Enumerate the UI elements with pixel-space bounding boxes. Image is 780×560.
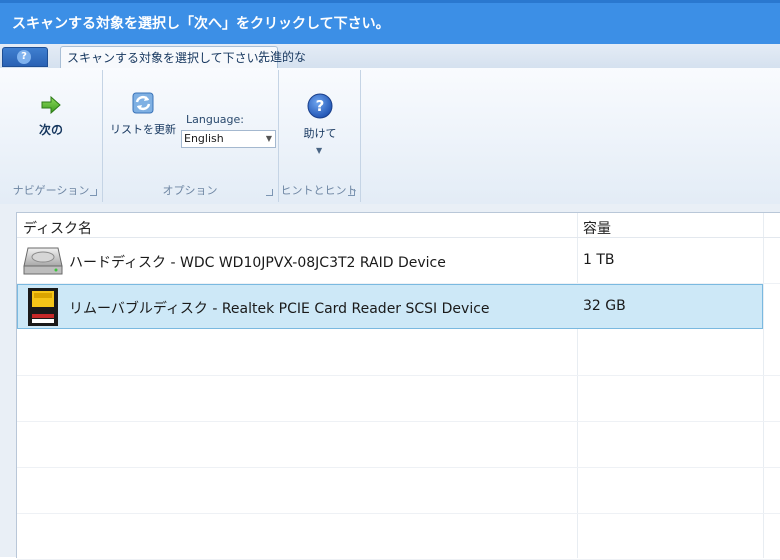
next-button[interactable]: 次の: [30, 94, 72, 138]
column-header-capacity[interactable]: 容量: [583, 218, 611, 238]
help-icon: ?: [307, 93, 333, 119]
list-item: [17, 514, 780, 560]
disk-list-pane: ディスク名 容量 ハードディスク - WDC WD10JPVX-08JC3T2 …: [0, 204, 780, 560]
next-button-label: 次の: [38, 123, 63, 137]
help-button[interactable]: ? 助けて: [300, 92, 340, 141]
ribbon-tab-strip: ? スキャンする対象を選択して下さい。 先進的な: [0, 44, 780, 69]
ribbon: 次の ナビゲーション オプション リストを更新 Language: Englis…: [0, 68, 780, 205]
dialog-launcher-icon[interactable]: [266, 189, 273, 196]
navigation-group-label: ナビゲーション: [12, 184, 90, 197]
sd-card-icon: [28, 288, 58, 326]
column-header-disk-name[interactable]: ディスク名: [23, 218, 92, 238]
dialog-launcher-icon[interactable]: [90, 189, 97, 196]
table-row[interactable]: ハードディスク - WDC WD10JPVX-08JC3T2 RAID Devi…: [17, 238, 780, 284]
app-menu-button[interactable]: ?: [2, 47, 48, 67]
list-item: [17, 376, 780, 422]
language-label: Language:: [186, 113, 244, 126]
svg-text:?: ?: [316, 97, 325, 115]
list-item: [17, 330, 780, 376]
tab-advanced[interactable]: 先進的な: [252, 46, 312, 68]
refresh-icon: [132, 92, 154, 114]
hard-disk-icon: [23, 247, 63, 275]
table-row[interactable]: リムーバブルディスク - Realtek PCIE Card Reader SC…: [17, 284, 763, 329]
language-select-value: English: [184, 132, 224, 145]
disk-name: リムーバブルディスク - Realtek PCIE Card Reader SC…: [69, 301, 490, 317]
list-item: [17, 422, 780, 468]
list-item: [17, 468, 780, 514]
help-dropdown-arrow-icon[interactable]: ▼: [316, 146, 322, 155]
help-button-label: 助けて: [303, 127, 337, 140]
options-group-label: オプション: [162, 184, 218, 197]
question-icon: ?: [17, 50, 31, 64]
dialog-launcher-icon[interactable]: [348, 189, 355, 196]
refresh-list-label: リストを更新: [110, 123, 176, 136]
disk-capacity: 1 TB: [583, 252, 615, 268]
window-title: スキャンする対象を選択し「次へ」をクリックして下さい。: [12, 16, 390, 32]
arrow-right-icon: [41, 95, 61, 115]
disk-list: ディスク名 容量 ハードディスク - WDC WD10JPVX-08JC3T2 …: [16, 212, 780, 560]
language-select[interactable]: English ▼: [181, 130, 276, 148]
tab-select-target[interactable]: スキャンする対象を選択して下さい。: [60, 46, 278, 68]
disk-name: ハードディスク - WDC WD10JPVX-08JC3T2 RAID Devi…: [69, 255, 446, 271]
title-bar: スキャンする対象を選択し「次へ」をクリックして下さい。: [0, 0, 780, 44]
list-header: ディスク名 容量: [17, 213, 780, 238]
chevron-down-icon: ▼: [265, 134, 272, 143]
ribbon-group-navigation: 次の ナビゲーション: [0, 70, 103, 202]
disk-capacity: 32 GB: [583, 298, 626, 314]
refresh-list-button[interactable]: リストを更新: [110, 90, 176, 137]
